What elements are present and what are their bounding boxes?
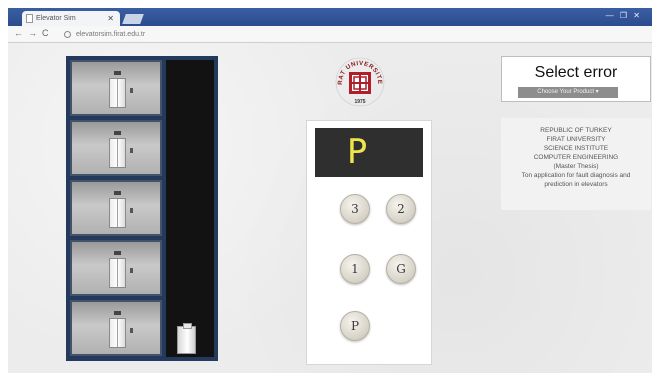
hall-call-button bbox=[130, 328, 133, 333]
product-dropdown[interactable]: Choose Your Product ▾ bbox=[518, 87, 618, 98]
hall-call-button bbox=[130, 268, 133, 273]
new-tab-button[interactable] bbox=[122, 14, 144, 24]
select-error-box: Select error Choose Your Product ▾ bbox=[501, 56, 651, 102]
page-bottom-strip bbox=[0, 373, 652, 381]
close-tab-icon[interactable]: ✕ bbox=[107, 11, 114, 26]
floor-display: P bbox=[315, 128, 423, 177]
elevator-car bbox=[177, 323, 196, 354]
info-icon[interactable] bbox=[64, 30, 71, 38]
hall-call-button bbox=[130, 208, 133, 213]
floor-indicator-lamp bbox=[114, 311, 121, 315]
elevator-door bbox=[109, 318, 126, 348]
reload-icon[interactable]: C bbox=[42, 28, 49, 38]
page-viewport: FIRAT UNIVERSITESI 1975 P 3 2 1 G P Sele… bbox=[8, 43, 652, 373]
elevator-door bbox=[109, 78, 126, 108]
floor-indicator-lamp bbox=[114, 71, 121, 75]
browser-tab-bar: Elevator Sim ✕ — ❐ ✕ bbox=[8, 8, 652, 26]
floor-2 bbox=[70, 120, 162, 176]
info-line: SCIENCE INSTITUTE bbox=[543, 145, 609, 152]
thesis-info-box: REPUBLIC OF TURKEY FIRAT UNIVERSITY SCIE… bbox=[501, 118, 651, 210]
address-bar: ← → C elevatorsim.firat.edu.tr bbox=[8, 26, 652, 43]
info-line: (Master Thesis) bbox=[553, 163, 599, 170]
floor-3 bbox=[70, 60, 162, 116]
info-line: COMPUTER ENGINEERING bbox=[533, 154, 619, 161]
forward-arrow-icon[interactable]: → bbox=[28, 28, 37, 38]
hall-call-button bbox=[130, 148, 133, 153]
url-text: elevatorsim.firat.edu.tr bbox=[75, 31, 146, 38]
floor-button-p[interactable]: P bbox=[340, 311, 370, 341]
elevator-door bbox=[109, 138, 126, 168]
floor-1 bbox=[70, 180, 162, 236]
floor-indicator-lamp bbox=[114, 131, 121, 135]
logo-year: 1975 bbox=[354, 99, 365, 105]
browser-tab[interactable]: Elevator Sim ✕ bbox=[22, 11, 120, 26]
select-error-title: Select error bbox=[534, 64, 618, 81]
floor-indicator-lamp bbox=[114, 251, 121, 255]
elevator-door bbox=[109, 258, 126, 288]
elevator-building bbox=[66, 56, 218, 361]
info-line: prediction in elevators bbox=[544, 181, 608, 188]
floor-indicator-lamp bbox=[114, 191, 121, 195]
elevator-control-panel: P 3 2 1 G P bbox=[306, 120, 432, 365]
url-field[interactable]: elevatorsim.firat.edu.tr bbox=[64, 28, 644, 41]
hall-call-button bbox=[130, 88, 133, 93]
floor-g bbox=[70, 240, 162, 296]
window-controls[interactable]: — ❐ ✕ bbox=[606, 11, 642, 20]
elevator-shaft bbox=[166, 60, 214, 357]
floor-button-1[interactable]: 1 bbox=[340, 254, 370, 284]
info-line: REPUBLIC OF TURKEY bbox=[540, 127, 612, 134]
info-line: FIRAT UNIVERSITY bbox=[546, 136, 606, 143]
tab-title: Elevator Sim bbox=[36, 15, 76, 22]
floor-button-3[interactable]: 3 bbox=[340, 194, 370, 224]
floor-button-2[interactable]: 2 bbox=[386, 194, 416, 224]
elevator-door bbox=[109, 198, 126, 228]
page-icon bbox=[26, 14, 33, 23]
floor-p bbox=[70, 300, 162, 356]
logo-seal: FIRAT UNIVERSITESI 1975 bbox=[332, 50, 385, 107]
university-logo: FIRAT UNIVERSITESI 1975 bbox=[332, 50, 386, 107]
floor-button-g[interactable]: G bbox=[386, 254, 416, 284]
back-arrow-icon[interactable]: ← bbox=[14, 28, 23, 38]
info-line: Ton application for fault diagnosis and bbox=[521, 172, 631, 179]
